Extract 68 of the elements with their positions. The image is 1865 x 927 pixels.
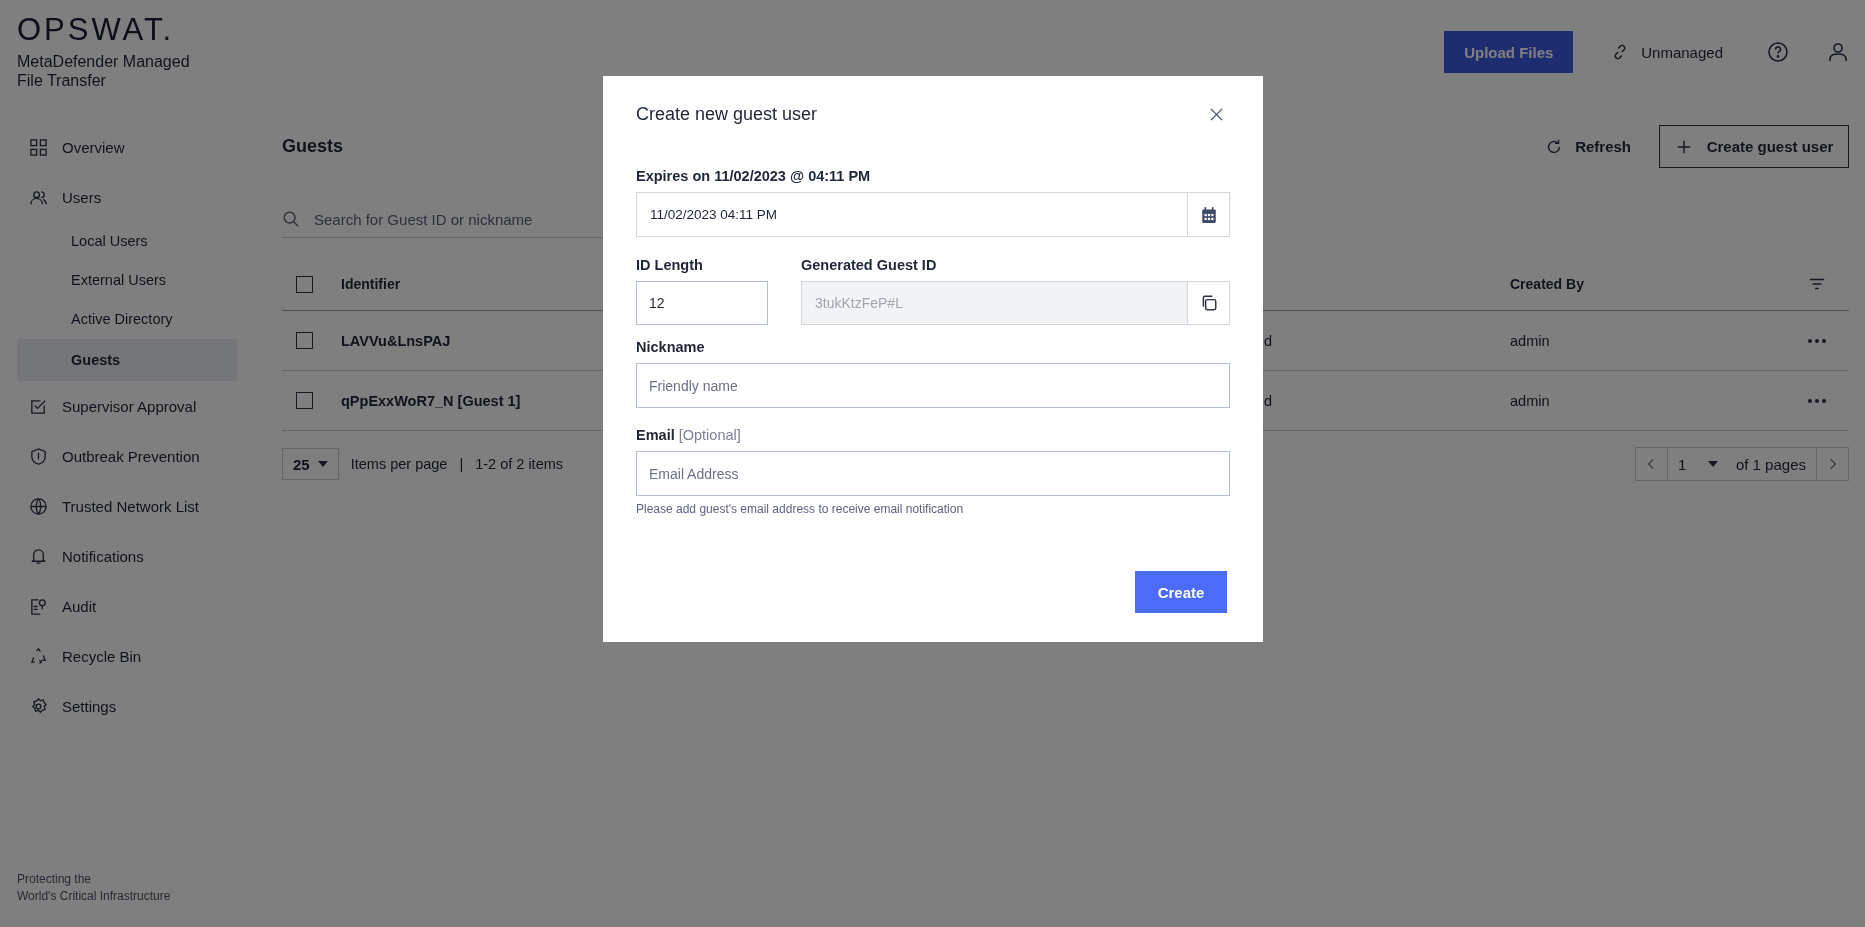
table-cell: d xyxy=(1264,392,1273,409)
search-icon xyxy=(282,210,300,228)
chevron-left-icon xyxy=(1647,457,1656,471)
sidebar-subitem[interactable]: Guests xyxy=(17,339,237,381)
field-label: Nickname xyxy=(636,339,706,355)
items-per-page-label: Items per page xyxy=(350,456,448,472)
sidebar-subitem[interactable]: Active Directory xyxy=(17,300,237,339)
grid-icon xyxy=(29,137,48,157)
id-length-field[interactable]: 12 xyxy=(636,281,768,325)
sidebar-item[interactable]: Audit xyxy=(17,581,237,631)
sidebar-item[interactable]: Trusted Network List xyxy=(17,481,237,531)
create-guest-button[interactable]: Create guest user xyxy=(1659,125,1849,168)
row-checkbox[interactable] xyxy=(296,392,313,409)
table-cell: d xyxy=(1264,332,1273,349)
mode-label[interactable]: Unmanaged xyxy=(1641,43,1723,61)
sidebar-item[interactable]: Users xyxy=(17,172,237,222)
upload-button[interactable]: Upload Files xyxy=(1444,31,1574,73)
tagline: Protecting the xyxy=(17,871,93,888)
helper-text: Please add guest's email address to receive email notification xyxy=(636,502,965,516)
separator-text: | xyxy=(459,456,464,472)
user-icon[interactable] xyxy=(1827,41,1849,63)
sidebar-item[interactable]: Recycle Bin xyxy=(17,631,237,681)
sidebar-subitem[interactable]: External Users xyxy=(17,261,237,300)
nickname-field[interactable]: Friendly name xyxy=(636,363,1230,408)
document-icon xyxy=(29,596,48,616)
product-name: MetaDefender Managed File Transfer xyxy=(17,52,191,90)
settings-icon xyxy=(29,696,48,716)
create-button[interactable]: Create xyxy=(1135,571,1227,613)
select-all-checkbox[interactable] xyxy=(296,275,313,293)
field-label: ID Length xyxy=(636,257,704,273)
table-cell: qPpExxWoR7_N [Guest 1] xyxy=(341,392,521,409)
email-field[interactable]: Email Address xyxy=(636,451,1230,496)
field-label: Email xyxy=(636,427,675,443)
sidebar-item[interactable]: Overview xyxy=(17,122,237,172)
calendar-icon[interactable] xyxy=(1199,205,1218,224)
chevron-right-icon xyxy=(1828,457,1837,471)
row-checkbox[interactable] xyxy=(296,332,313,349)
sidebar-item[interactable]: Supervisor Approval xyxy=(17,381,237,431)
logo: OPSWAT. xyxy=(17,14,176,46)
page-count: of 1 pages xyxy=(1734,454,1807,475)
globe-icon xyxy=(29,496,48,516)
field-label: Expires on 11/02/2023 @ 04:11 PM xyxy=(636,168,872,184)
caret-icon xyxy=(317,461,328,467)
shield-icon xyxy=(29,446,48,466)
table-cell: admin xyxy=(1510,392,1550,409)
more-icon[interactable] xyxy=(1807,337,1827,344)
items-range: 1-2 of 2 items xyxy=(475,456,564,472)
optional-note: [Optional] xyxy=(678,427,741,443)
page-title: Guests xyxy=(282,136,344,157)
tagline: World's Critical Infrastructure xyxy=(17,888,172,905)
sidebar-item[interactable]: Notifications xyxy=(17,531,237,581)
refresh-button[interactable]: Refresh xyxy=(1539,136,1637,157)
help-icon[interactable] xyxy=(1767,41,1789,63)
table-cell: admin xyxy=(1510,332,1550,349)
close-icon[interactable] xyxy=(1209,106,1224,122)
bell-icon xyxy=(29,546,48,566)
dialog-title: Create new guest user xyxy=(636,103,818,125)
column-header[interactable]: Identifier xyxy=(341,276,401,292)
sidebar-item[interactable]: Outbreak Prevention xyxy=(17,431,237,481)
column-header[interactable]: Created By xyxy=(1510,276,1584,292)
caret-icon xyxy=(1707,461,1718,467)
page-size-select[interactable]: 25 xyxy=(282,448,339,480)
more-icon[interactable] xyxy=(1807,397,1827,404)
sidebar-item[interactable]: Settings xyxy=(17,681,237,731)
recycle-icon xyxy=(29,646,48,666)
field-label: Generated Guest ID xyxy=(801,257,938,273)
sidebar-subitem[interactable]: Local Users xyxy=(17,222,237,261)
table-cell: LAVVu&LnsPAJ xyxy=(341,332,451,349)
